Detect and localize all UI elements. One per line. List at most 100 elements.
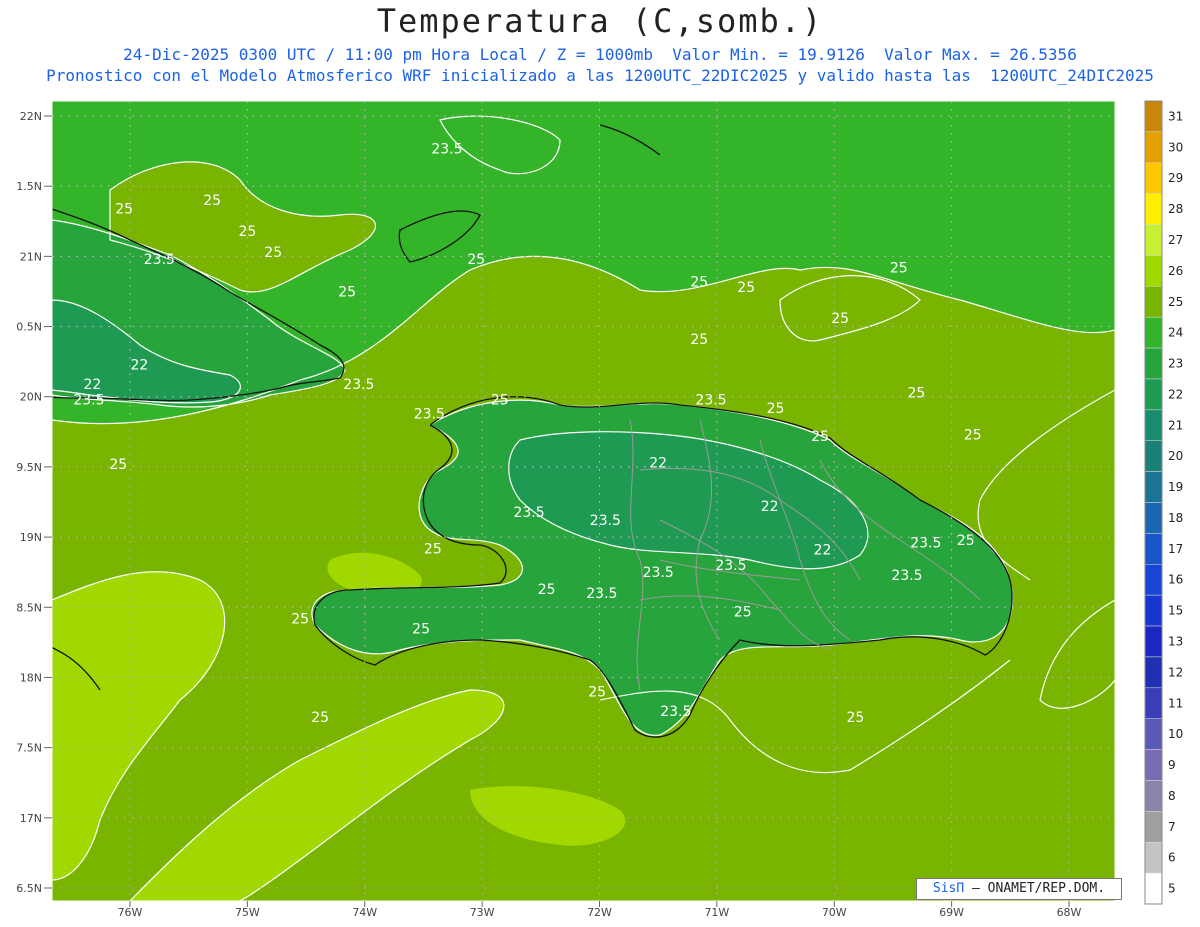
colorbar-label: 13 <box>1168 634 1183 648</box>
colorbar-label: 21 <box>1168 418 1183 432</box>
lon-tick-label: 68W <box>1057 906 1082 919</box>
contour-label: 23.5 <box>431 141 462 157</box>
lat-tick-label: 17N <box>20 812 42 825</box>
contour-label: 25 <box>203 193 221 209</box>
colorbar-swatch <box>1144 502 1163 534</box>
contour-label: 25 <box>737 280 755 296</box>
contour-label: 25 <box>588 684 606 700</box>
contour-label: 23.5 <box>343 377 374 393</box>
latitude-labels: 22N 1.5N 21N 0.5N 20N 9.5N 19N 8.5N 18N 7.5N 17N 6.… <box>16 110 52 895</box>
contour-label: 25 <box>831 311 849 327</box>
colorbar-label: 17 <box>1168 542 1183 556</box>
map-field: 25252523.5 25 2523.525222223.523.52525 2525… <box>52 101 1115 901</box>
lat-tick-label: 0.5N <box>16 321 42 334</box>
colorbar-swatch <box>1144 286 1163 318</box>
colorbar: 31 30 29 28 27 26 25 24 23 22 21 20 19 18 17 16 15 13 12 11… <box>1144 100 1183 905</box>
colorbar-label: 15 <box>1168 604 1183 618</box>
contour-label: 22 <box>814 543 832 559</box>
contour-label: 22 <box>84 377 102 393</box>
contour-label: 25 <box>690 332 708 348</box>
contour-label: 23.5 <box>891 568 922 584</box>
colorbar-label: 5 <box>1168 882 1176 896</box>
contour-label: 22 <box>649 456 667 472</box>
lat-tick-label: 8.5N <box>16 601 42 614</box>
colorbar-swatch <box>1144 409 1163 441</box>
contour-label: 23.5 <box>695 393 726 409</box>
contour-label: 25 <box>734 604 752 620</box>
lat-tick-label: 1.5N <box>16 180 42 193</box>
colorbar-label: 26 <box>1168 264 1183 278</box>
colorbar-label: 16 <box>1168 573 1183 587</box>
contour-label: 23.5 <box>586 586 617 602</box>
colorbar-swatch <box>1144 749 1163 781</box>
credit-text: – ONAMET/REP.DOM. <box>964 881 1106 896</box>
contour-label: 23.5 <box>414 407 445 423</box>
contour-label: 25 <box>846 710 864 726</box>
colorbar-label: 8 <box>1168 789 1176 803</box>
colorbar-label: 22 <box>1168 387 1183 401</box>
colorbar-swatch <box>1144 440 1163 472</box>
lon-tick-label: 70W <box>822 906 847 919</box>
lon-tick-label: 71W <box>704 906 729 919</box>
colorbar-swatch <box>1144 471 1163 503</box>
contour-label: 25 <box>109 457 127 473</box>
lat-tick-label: 18N <box>20 671 42 684</box>
contour-label: 25 <box>491 393 509 409</box>
colorbar-label: 31 <box>1168 109 1183 123</box>
lat-tick-label: 19N <box>20 531 42 544</box>
lat-tick-label: 9.5N <box>16 461 42 474</box>
lon-tick-label: 73W <box>470 906 495 919</box>
contour-label: 25 <box>264 245 282 261</box>
colorbar-swatch <box>1144 656 1163 689</box>
colorbar-swatch <box>1144 162 1163 194</box>
colorbar-swatch <box>1144 316 1163 349</box>
colorbar-label: 27 <box>1168 233 1183 247</box>
contour-label: 25 <box>890 261 908 277</box>
contour-label: 23.5 <box>660 704 691 720</box>
colorbar-swatch <box>1144 841 1163 874</box>
contour-label: 23.5 <box>73 393 104 409</box>
colorbar-label: 30 <box>1168 140 1183 154</box>
colorbar-label: 10 <box>1168 727 1183 741</box>
colorbar-label: 18 <box>1168 511 1183 525</box>
colorbar-label: 20 <box>1168 449 1183 463</box>
lat-tick-label: 21N <box>20 250 42 263</box>
contour-label: 25 <box>767 401 785 417</box>
contour-label: 25 <box>690 275 708 291</box>
colorbar-swatch <box>1144 255 1163 287</box>
contour-label: 23.5 <box>715 558 746 574</box>
colorbar-label: 24 <box>1168 326 1183 340</box>
lon-tick-label: 75W <box>235 906 260 919</box>
colorbar-label: 29 <box>1168 171 1183 185</box>
contour-label: 25 <box>412 621 430 637</box>
lon-tick-label: 69W <box>939 906 964 919</box>
contour-label: 25 <box>964 428 982 444</box>
contour-label: 23.5 <box>910 536 941 552</box>
contour-label: 25 <box>291 612 309 628</box>
lat-tick-label: 7.5N <box>16 742 42 755</box>
colorbar-swatch <box>1144 193 1163 225</box>
contour-label: 25 <box>238 224 256 240</box>
lon-tick-label: 76W <box>118 906 143 919</box>
contour-label: 23.5 <box>513 505 544 521</box>
colorbar-label: 11 <box>1168 696 1183 710</box>
lat-tick-label: 20N <box>20 391 42 404</box>
lat-tick-label: 22N <box>20 110 42 123</box>
colorbar-swatch <box>1144 131 1163 164</box>
temperature-map: 25252523.5 25 2523.525222223.523.52525 2525… <box>16 100 1183 919</box>
contour-label: 23.5 <box>590 513 621 529</box>
colorbar-label: 7 <box>1168 820 1176 834</box>
contour-label: 25 <box>338 284 356 300</box>
colorbar-label: 9 <box>1168 758 1176 772</box>
colorbar-swatch <box>1144 780 1163 812</box>
colorbar-label: 23 <box>1168 357 1183 371</box>
longitude-labels: 76W 75W 74W 73W 72W 71W 70W 69W 68W <box>118 901 1082 919</box>
lat-tick-label: 6.5N <box>16 882 42 895</box>
colorbar-swatch <box>1144 718 1163 750</box>
lon-tick-label: 74W <box>352 906 377 919</box>
colorbar-swatch <box>1144 378 1163 411</box>
colorbar-label: 19 <box>1168 480 1183 494</box>
colorbar-swatch <box>1144 872 1163 905</box>
colorbar-swatch <box>1144 533 1163 565</box>
contour-label: 25 <box>907 386 925 402</box>
